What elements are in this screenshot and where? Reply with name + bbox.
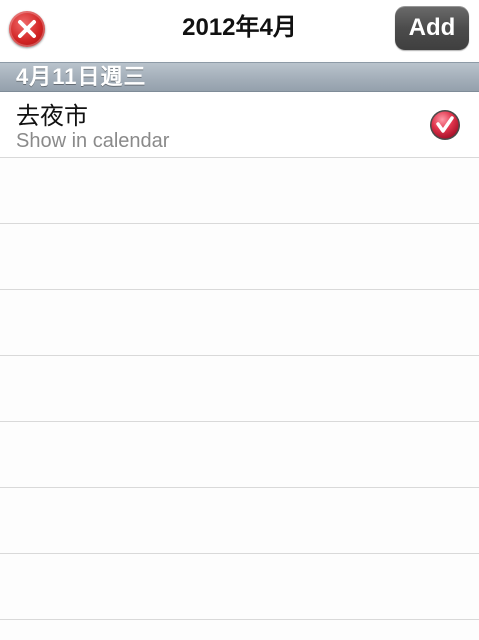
date-section-label: 4月11日週三 — [16, 64, 147, 89]
list-separator — [0, 421, 479, 422]
event-subtitle: Show in calendar — [16, 130, 170, 152]
list-separator — [0, 289, 479, 290]
add-button[interactable]: Add — [395, 6, 469, 50]
list-separator — [0, 619, 479, 620]
list-separator — [0, 223, 479, 224]
date-section-header: 4月11日週三 — [0, 62, 479, 92]
list-separator — [0, 487, 479, 488]
event-row[interactable]: 去夜市 Show in calendar — [0, 92, 479, 158]
event-title: 去夜市 — [16, 102, 88, 130]
list-separator — [0, 355, 479, 356]
close-icon — [18, 20, 36, 38]
check-icon[interactable] — [429, 109, 461, 141]
close-button[interactable] — [9, 11, 45, 47]
calendar-day-screen: 2012年4月 Add 4月11日週三 去夜市 Show in calendar — [0, 0, 479, 640]
navigation-bar: 2012年4月 Add — [0, 0, 479, 60]
list-separator — [0, 553, 479, 554]
